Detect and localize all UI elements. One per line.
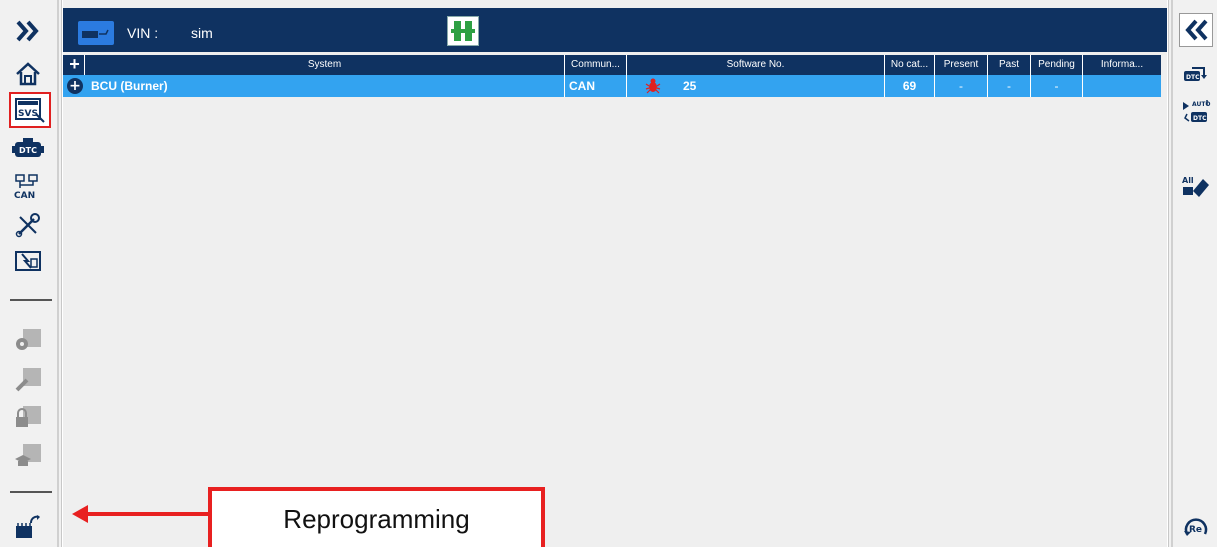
svg-text:DTC: DTC [1186,74,1200,81]
left-toolbar-divider [57,0,59,547]
lock-module-icon [16,406,41,427]
connector-icon [451,21,475,41]
svg-text:Re: Re [1189,525,1202,535]
dtc-refresh-button[interactable]: DTC [1179,57,1213,91]
reprogramming-callout: Reprogramming [208,487,545,547]
dtc-button[interactable]: DTC [10,132,46,166]
column-pending[interactable]: Pending [1031,55,1083,75]
svg-text:All: All [1182,176,1194,185]
collapse-chevrons-icon [1185,19,1208,41]
svg-text:DTC: DTC [1193,115,1207,122]
svg-text:SVS: SVS [18,109,38,119]
toolbar-separator [10,491,52,493]
svs-system-scan-icon: SVS [15,98,45,123]
reprogramming-button[interactable] [10,510,46,544]
connection-button[interactable] [447,16,479,46]
right-toolbar-divider [1171,0,1173,547]
information-cell [1083,75,1161,97]
flash-monitor-button[interactable] [10,245,46,279]
flash-monitor-icon [15,251,41,271]
auto-dtc-icon: AUTO DTC [1183,100,1211,122]
dtc-icon: DTC [12,138,44,157]
no-cat-cell: 69 [885,75,935,97]
callout-label: Reprogramming [283,503,470,534]
dtc-refresh-icon: DTC [1184,67,1207,81]
vehicle-icon [78,21,114,45]
gear-module-icon [16,329,41,350]
vin-value: sim [191,25,213,41]
home-button[interactable] [10,57,46,91]
red-bug-icon [645,75,669,97]
column-information[interactable]: Informa... [1083,55,1161,75]
left-toolbar: SVS DTC CAN [0,0,62,547]
expand-chevrons-icon [16,20,39,42]
system-name: BCU (Burner) [89,75,565,97]
pending-cell: - [1031,75,1083,97]
auto-dtc-button[interactable]: AUTO DTC [1179,94,1213,128]
communication-cell: CAN [565,75,627,97]
restart-button[interactable]: Re [1179,511,1213,545]
training-module-icon [15,444,41,466]
edit-module-button[interactable] [10,362,46,396]
svg-text:DTC: DTC [19,146,37,155]
expand-all-button[interactable]: + [65,55,85,75]
vin-label: VIN : [127,25,159,41]
lock-module-button[interactable] [10,400,46,434]
gear-module-button[interactable] [10,323,46,357]
toolbar-separator [10,299,52,301]
edit-module-icon [15,368,41,392]
column-software-no[interactable]: Software No. [627,55,885,75]
column-communication[interactable]: Commun... [565,55,627,75]
restart-icon: Re [1184,518,1208,536]
vehicle-header: VIN : sim [63,8,1167,52]
column-past[interactable]: Past [988,55,1031,75]
training-module-button[interactable] [10,438,46,472]
expand-row-icon[interactable]: + [67,78,83,94]
column-no-cat[interactable]: No cat... [885,55,935,75]
svs-system-scan-button[interactable]: SVS [9,92,51,128]
collapse-button[interactable] [1179,13,1213,47]
column-system[interactable]: System [85,55,565,75]
home-icon [16,62,40,86]
table-header: + System Commun... Software No. No cat..… [63,55,1161,75]
table-row[interactable]: + BCU (Burner) CAN 25 69 - - - [63,75,1161,97]
clear-all-dtc-icon: All [1182,176,1209,197]
tools-icon [15,213,40,238]
can-network-button[interactable]: CAN [10,170,46,204]
svg-text:CAN: CAN [14,191,35,201]
software-no-cell: 25 [683,75,885,97]
clear-all-dtc-button[interactable]: All [1179,169,1213,203]
reprogramming-icon [16,515,40,538]
past-cell: - [988,75,1031,97]
callout-arrow-line [86,512,208,516]
main-panel: VIN : sim + System Commun... Software No… [63,0,1167,547]
right-toolbar: DTC AUTO DTC All Re [1168,0,1217,547]
can-network-icon: CAN [14,174,38,201]
svg-text:AUTO: AUTO [1192,101,1211,108]
present-cell: - [935,75,988,97]
expand-button[interactable] [10,14,46,48]
tools-button[interactable] [10,208,46,242]
column-present[interactable]: Present [935,55,988,75]
systems-table: + System Commun... Software No. No cat..… [63,55,1161,97]
